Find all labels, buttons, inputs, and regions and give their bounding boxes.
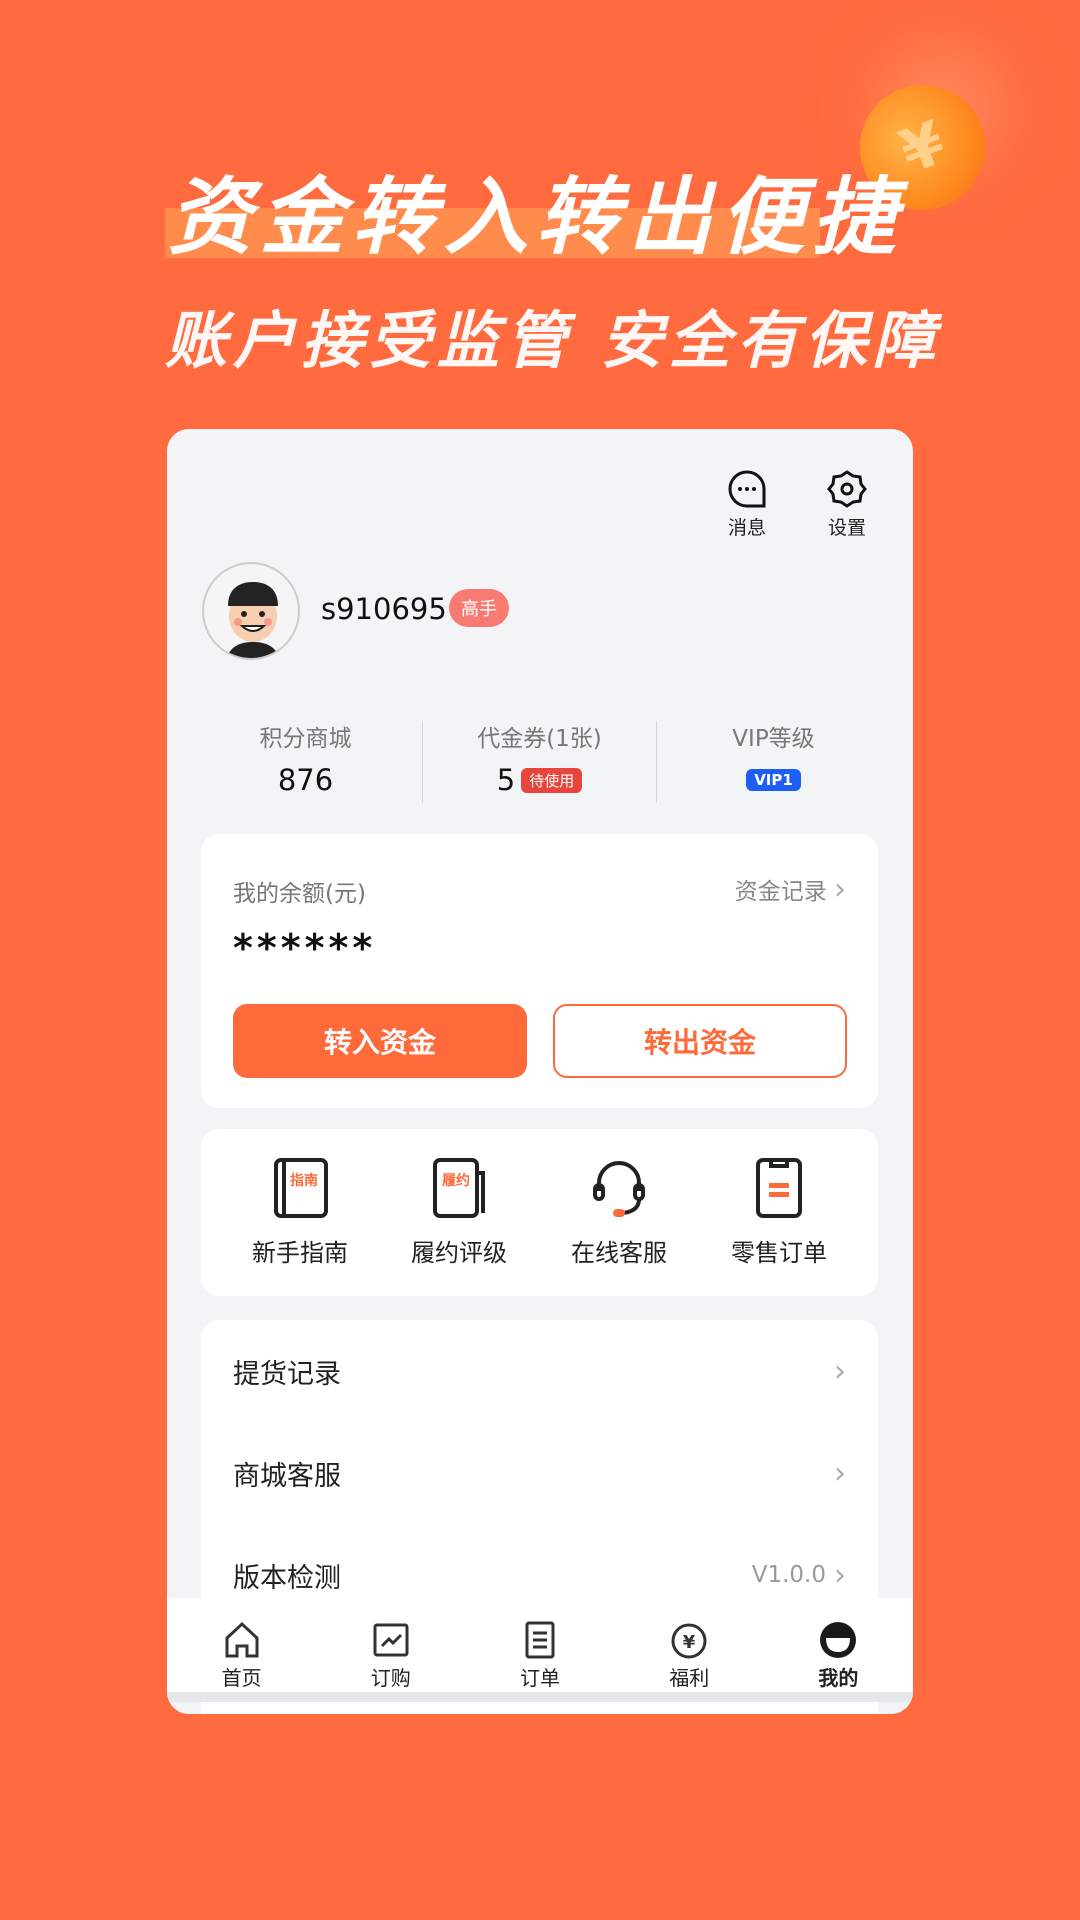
level-badge: 高手 (449, 589, 509, 627)
promo-subline: 账户接受监管 安全有保障 (165, 304, 941, 377)
shortcut-guide[interactable]: 指南 新手指南 (220, 1157, 380, 1268)
home-icon (225, 1621, 259, 1658)
nav-mine[interactable]: 我的 (764, 1598, 913, 1692)
withdraw-button[interactable]: 转出资金 (553, 1004, 847, 1078)
pending-tag: 待使用 (521, 767, 583, 793)
messages-label: 消息 (727, 517, 766, 539)
shortcut-label: 在线客服 (571, 1239, 667, 1267)
chart-trend-icon (373, 1623, 409, 1657)
gear-icon (827, 470, 867, 508)
stat-value: 876 (277, 763, 334, 797)
bottom-nav: 首页 订购 订单 ¥ 福利 我的 (167, 1598, 913, 1702)
smile-profile-icon (820, 1622, 857, 1658)
svg-text:指南: 指南 (290, 1172, 318, 1189)
version-value: V1.0.0 (751, 1562, 826, 1588)
stat-points[interactable]: 积分商城 876 (188, 719, 423, 797)
phone-screen: 消息 设置 s910695 高手 积分商城 876 代金券(1张) 5 待使用 V… (167, 429, 913, 1714)
shortcuts-card: 指南 新手指南 履约 履约评级 在线客服 零售订单 (201, 1129, 878, 1296)
fund-records-label: 资金记录 (734, 879, 827, 905)
guide-book-icon: 指南 (274, 1158, 328, 1218)
settings-button[interactable]: 设置 (812, 469, 882, 540)
stat-vouchers[interactable]: 代金券(1张) 5 待使用 (422, 719, 657, 797)
menu-label: 商城客服 (233, 1460, 341, 1492)
vip-tag: VIP1 (746, 769, 801, 791)
rating-book-icon: 履约 (433, 1158, 485, 1218)
messages-button[interactable]: 消息 (712, 469, 782, 540)
document-list-icon (525, 1621, 555, 1659)
stat-vip[interactable]: VIP等级 VIP1 (656, 719, 891, 797)
avatar[interactable] (202, 562, 300, 660)
svg-text:¥: ¥ (683, 1632, 696, 1653)
avatar-image (226, 582, 280, 658)
chevron-right-icon: › (834, 1455, 846, 1491)
shortcut-rating[interactable]: 履约 履约评级 (379, 1157, 539, 1268)
nav-home[interactable]: 首页 (167, 1598, 316, 1692)
yen-coin-icon: ¥ (671, 1623, 707, 1659)
chevron-right-icon: › (834, 872, 846, 907)
headset-icon (593, 1161, 645, 1217)
stat-value: 5 (496, 763, 516, 797)
nav-label: 首页 (221, 1666, 262, 1690)
deposit-button[interactable]: 转入资金 (233, 1004, 527, 1078)
settings-label: 设置 (827, 517, 866, 539)
shortcut-label: 新手指南 (252, 1239, 348, 1267)
balance-label: 我的余额(元) (233, 881, 366, 907)
nav-benefits[interactable]: ¥ 福利 (615, 1598, 764, 1692)
nav-label: 福利 (669, 1666, 710, 1690)
menu-item-mall-support[interactable]: 商城客服 › (201, 1422, 878, 1524)
stat-label: VIP等级 (732, 726, 815, 752)
nav-orders[interactable]: 订单 (465, 1598, 614, 1692)
username: s910695 (321, 592, 447, 626)
shortcut-label: 履约评级 (411, 1239, 507, 1267)
menu-label: 版本检测 (233, 1562, 341, 1594)
stat-label: 代金券(1张) (477, 726, 602, 752)
menu-label: 提货记录 (233, 1358, 341, 1390)
chat-bubble-icon (728, 470, 766, 508)
stat-label: 积分商城 (259, 726, 352, 752)
shortcut-label: 零售订单 (731, 1239, 827, 1267)
menu-item-pickup-records[interactable]: 提货记录 › (201, 1320, 878, 1422)
nav-label: 订购 (370, 1666, 411, 1690)
nav-label: 我的 (818, 1666, 859, 1690)
nav-label: 订单 (520, 1666, 560, 1690)
balance-value: ****** (233, 926, 377, 970)
chevron-right-icon: › (834, 1557, 846, 1593)
balance-card: 我的余额(元) 资金记录 › ****** 转入资金 转出资金 (201, 834, 878, 1108)
svg-text:履约: 履约 (442, 1172, 470, 1189)
nav-subscribe[interactable]: 订购 (316, 1598, 465, 1692)
order-clipboard-icon (756, 1158, 802, 1218)
promo-headline: 资金转入转出便捷 (168, 168, 905, 266)
shortcut-support[interactable]: 在线客服 (539, 1157, 699, 1268)
chevron-right-icon: › (834, 1353, 846, 1389)
shortcut-retail-orders[interactable]: 零售订单 (699, 1157, 859, 1268)
fund-records-link[interactable]: 资金记录 › (735, 872, 846, 907)
